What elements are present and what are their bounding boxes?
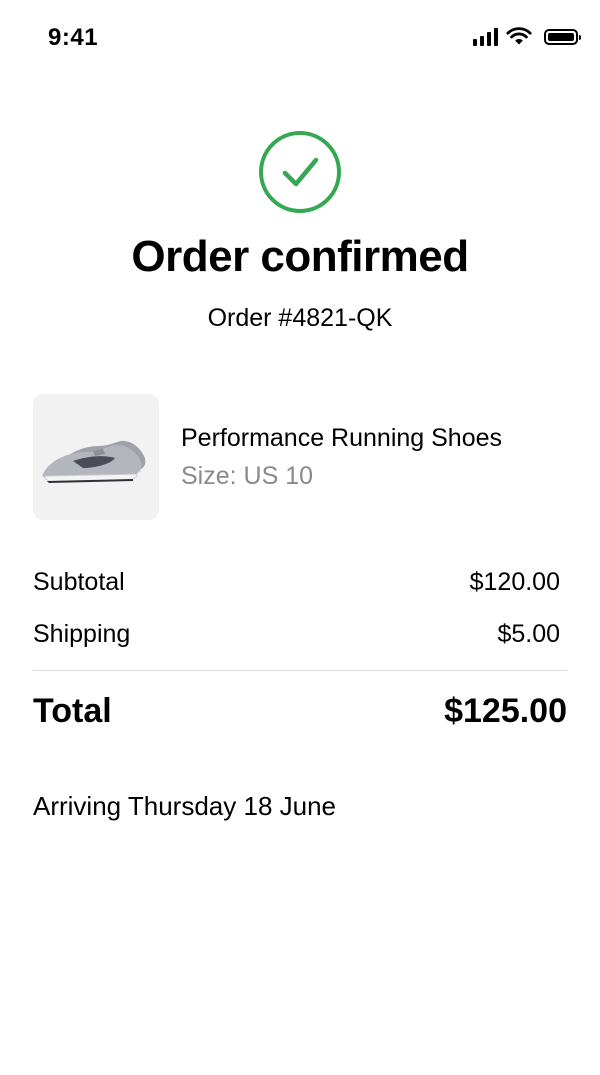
- subtotal-value: $120.00: [469, 568, 560, 596]
- page-title: Order confirmed: [131, 232, 469, 281]
- battery-icon: [544, 28, 581, 45]
- product-image: [33, 394, 159, 520]
- running-shoe-image: [42, 440, 146, 483]
- order-number: Order #4821-QK: [207, 304, 393, 332]
- shipping-label: Shipping: [33, 620, 131, 648]
- status-icons: [473, 27, 581, 46]
- product-size: Size: US 10: [181, 462, 314, 490]
- shipping-value: $5.00: [497, 620, 560, 648]
- total-label: Total: [33, 692, 112, 730]
- divider: [33, 670, 567, 671]
- arrival-text: Arriving Thursday 18 June: [33, 791, 337, 821]
- signal-icon: [473, 27, 498, 46]
- wifi-icon: [506, 27, 532, 45]
- total-value: $125.00: [444, 692, 567, 730]
- product-name: Performance Running Shoes: [181, 424, 503, 452]
- checkmark-circle-icon: [259, 131, 341, 213]
- subtotal-label: Subtotal: [33, 568, 125, 596]
- status-bar: 9:41: [0, 0, 600, 80]
- status-time: 9:41: [48, 24, 99, 51]
